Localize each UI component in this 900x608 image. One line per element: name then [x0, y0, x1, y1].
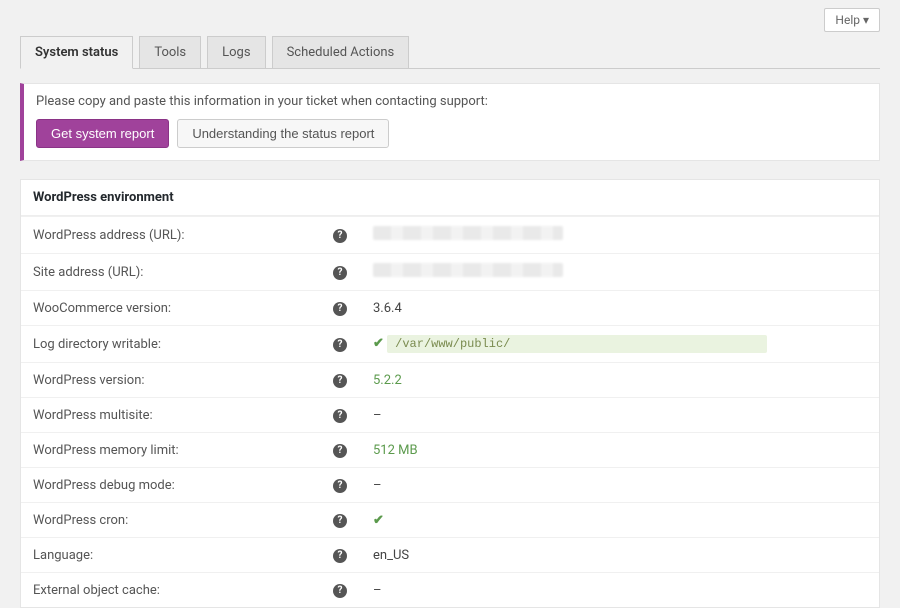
row-language: Language: ? en_US	[21, 537, 879, 572]
row-ext-cache: External object cache: ? –	[21, 572, 879, 607]
help-icon[interactable]: ?	[333, 479, 347, 493]
help-icon[interactable]: ?	[333, 229, 347, 243]
row-wp-version: WordPress version: ? 5.2.2	[21, 362, 879, 397]
help-icon[interactable]: ?	[333, 338, 347, 352]
notice-text: Please copy and paste this information i…	[36, 94, 867, 109]
row-wp-multisite: WordPress multisite: ? –	[21, 397, 879, 432]
support-notice: Please copy and paste this information i…	[20, 83, 880, 161]
row-label: WordPress multisite:	[33, 408, 333, 423]
row-log-dir: Log directory writable: ? ✔ /var/www/pub…	[21, 325, 879, 362]
tab-system-status[interactable]: System status	[20, 36, 133, 69]
tab-tools[interactable]: Tools	[139, 36, 201, 69]
help-icon[interactable]: ?	[333, 584, 347, 598]
row-wp-cron: WordPress cron: ? ✔	[21, 502, 879, 537]
row-value: –	[373, 583, 867, 598]
wp-environment-panel: WordPress environment WordPress address …	[20, 179, 880, 608]
help-icon[interactable]: ?	[333, 409, 347, 423]
row-label: External object cache:	[33, 583, 333, 598]
row-label: WordPress cron:	[33, 513, 333, 528]
help-icon[interactable]: ?	[333, 514, 347, 528]
check-icon: ✔	[373, 513, 384, 528]
tab-scheduled-actions[interactable]: Scheduled Actions	[272, 36, 410, 69]
row-value: 512 MB	[373, 443, 867, 458]
row-value: –	[373, 408, 867, 423]
get-system-report-button[interactable]: Get system report	[36, 119, 169, 148]
help-icon[interactable]: ?	[333, 549, 347, 563]
help-icon[interactable]: ?	[333, 374, 347, 388]
row-value: 3.6.4	[373, 301, 867, 316]
row-value: en_US	[373, 548, 867, 563]
row-value	[373, 226, 867, 244]
row-value: –	[373, 478, 867, 493]
row-label: WooCommerce version:	[33, 301, 333, 316]
redacted-text	[373, 226, 563, 240]
row-site-address: Site address (URL): ?	[21, 253, 879, 290]
understanding-status-button[interactable]: Understanding the status report	[177, 119, 389, 148]
panel-title: WordPress environment	[21, 180, 879, 216]
row-label: Site address (URL):	[33, 265, 333, 280]
row-label: Log directory writable:	[33, 337, 333, 352]
row-label: WordPress debug mode:	[33, 478, 333, 493]
row-wp-debug: WordPress debug mode: ? –	[21, 467, 879, 502]
row-label: WordPress memory limit:	[33, 443, 333, 458]
row-label: Language:	[33, 548, 333, 563]
redacted-text	[373, 263, 563, 277]
row-value: ✔	[373, 513, 867, 528]
row-wp-address: WordPress address (URL): ?	[21, 216, 879, 253]
row-value: ✔ /var/www/public/	[373, 335, 867, 353]
help-icon[interactable]: ?	[333, 302, 347, 316]
help-icon[interactable]: ?	[333, 266, 347, 280]
row-value: 5.2.2	[373, 373, 867, 388]
check-icon: ✔	[373, 336, 384, 351]
row-wp-memory: WordPress memory limit: ? 512 MB	[21, 432, 879, 467]
admin-tabs: System status Tools Logs Scheduled Actio…	[20, 36, 880, 69]
help-icon[interactable]: ?	[333, 444, 347, 458]
row-wc-version: WooCommerce version: ? 3.6.4	[21, 290, 879, 325]
row-value	[373, 263, 867, 281]
tab-logs[interactable]: Logs	[207, 36, 265, 69]
row-label: WordPress version:	[33, 373, 333, 388]
help-button[interactable]: Help ▾	[824, 8, 880, 32]
row-label: WordPress address (URL):	[33, 228, 333, 243]
log-dir-path: /var/www/public/	[387, 335, 767, 353]
